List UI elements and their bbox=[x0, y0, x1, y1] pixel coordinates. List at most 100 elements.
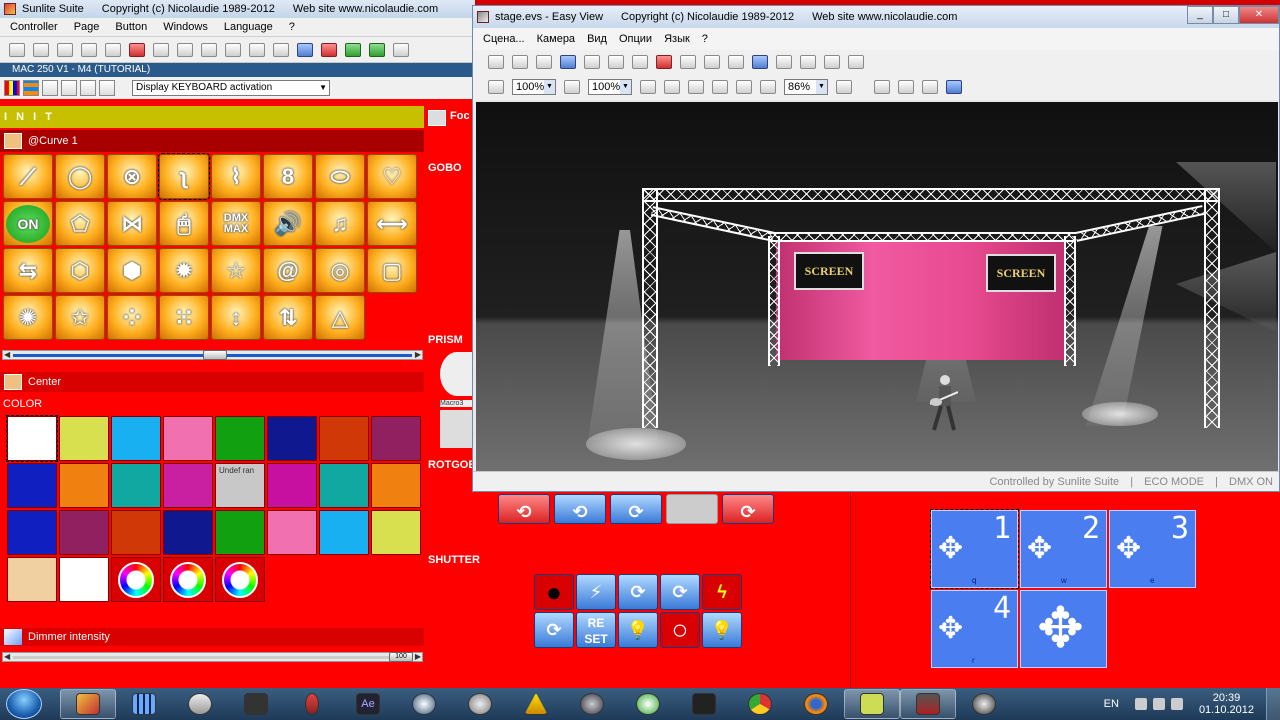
curve-swap-icon[interactable]: ⇆ bbox=[3, 248, 53, 293]
color-swatch[interactable] bbox=[111, 510, 161, 555]
color-swatch[interactable] bbox=[371, 510, 421, 555]
init-bar[interactable]: I N I T bbox=[0, 106, 424, 128]
slider-thumb[interactable] bbox=[203, 350, 227, 360]
curve-vertical-icon[interactable]: ↕ bbox=[211, 295, 261, 340]
prism-button[interactable] bbox=[440, 352, 474, 396]
new-icon[interactable] bbox=[6, 40, 28, 60]
ev-pointer-icon[interactable] bbox=[871, 77, 893, 97]
slider-left-arrow-icon[interactable]: ◀ bbox=[4, 350, 10, 359]
shutter-pulse-icon[interactable]: ⟳ bbox=[618, 574, 658, 610]
ev-zoom-plus-icon[interactable] bbox=[833, 77, 855, 97]
color-swatch[interactable] bbox=[6, 415, 58, 462]
tray-volume-icon[interactable] bbox=[1170, 698, 1183, 710]
rotgobo-cw-button[interactable]: ⟳ bbox=[610, 494, 662, 524]
taskbar-clock[interactable]: 20:39 01.10.2012 bbox=[1199, 692, 1254, 716]
open-icon[interactable] bbox=[30, 40, 52, 60]
ev-zoom1-select[interactable]: 100% ▼ bbox=[512, 79, 556, 95]
curve-dmx-max-icon[interactable]: DMX MAX bbox=[211, 201, 261, 246]
focus-icon[interactable] bbox=[428, 110, 446, 126]
ev-save-icon[interactable] bbox=[533, 52, 555, 72]
fixture-edit-icon[interactable] bbox=[198, 40, 220, 60]
rotgobo-ccw2-button[interactable]: ⟲ bbox=[554, 494, 606, 524]
ev-beam-icon[interactable] bbox=[661, 77, 683, 97]
color-swatch[interactable] bbox=[111, 463, 161, 508]
color-swatch[interactable] bbox=[59, 510, 109, 555]
dimmer-right-arrow-icon[interactable]: ▶ bbox=[415, 652, 421, 661]
ev-menu-help[interactable]: ? bbox=[702, 33, 708, 45]
ev-zoom-out-icon[interactable] bbox=[757, 77, 779, 97]
taskbar-3d-app[interactable] bbox=[172, 689, 228, 719]
curve-music-icon[interactable]: ♫ bbox=[315, 201, 365, 246]
ev-settings-icon[interactable] bbox=[797, 52, 819, 72]
grid-icon[interactable] bbox=[23, 80, 39, 96]
curve-blob-icon[interactable]: ⬢ bbox=[107, 248, 157, 293]
color-swatch[interactable] bbox=[371, 463, 421, 508]
curve-spiral2-icon[interactable]: ◎ bbox=[315, 248, 365, 293]
color-swatch[interactable] bbox=[7, 463, 57, 508]
language-indicator[interactable]: EN bbox=[1104, 698, 1119, 710]
taskbar-firefox-app[interactable] bbox=[788, 689, 844, 719]
ev-fixture-icon[interactable] bbox=[629, 52, 651, 72]
transfer-icon[interactable] bbox=[318, 40, 340, 60]
shutter-open-icon[interactable]: ○ bbox=[660, 612, 700, 648]
color-swatch[interactable] bbox=[163, 416, 213, 461]
curve-burst-icon[interactable]: ✹ bbox=[159, 248, 209, 293]
curve-ellipse-icon[interactable]: ⬭ bbox=[315, 154, 365, 199]
updown-icon[interactable] bbox=[99, 80, 115, 96]
taskbar-grid-app[interactable] bbox=[116, 689, 172, 719]
color-swatch[interactable] bbox=[59, 463, 109, 508]
color-swatch[interactable] bbox=[163, 510, 213, 555]
taskbar-dvd-app[interactable] bbox=[956, 689, 1012, 719]
center-bar[interactable]: Center bbox=[0, 372, 424, 392]
monitor-icon[interactable] bbox=[270, 40, 292, 60]
menu-page[interactable]: Page bbox=[74, 21, 100, 33]
taskbar-terminal-app[interactable] bbox=[676, 689, 732, 719]
position-preset-button[interactable]: ✥ 2 w bbox=[1020, 510, 1107, 588]
start-button-icon[interactable] bbox=[6, 689, 42, 719]
curve-s-icon[interactable]: ʅ bbox=[158, 153, 210, 200]
rotgobo-cw2-button[interactable]: ⟳ bbox=[722, 494, 774, 524]
color-swatch[interactable] bbox=[371, 416, 421, 461]
list-icon[interactable] bbox=[174, 40, 196, 60]
ev-layers-icon[interactable] bbox=[561, 77, 583, 97]
ev-pen-icon[interactable] bbox=[557, 52, 579, 72]
ev-new-icon[interactable] bbox=[485, 52, 507, 72]
taskbar-mic-app[interactable] bbox=[284, 689, 340, 719]
position-preset-button[interactable]: ✥ 4 r bbox=[931, 590, 1018, 668]
color-swatch[interactable] bbox=[59, 557, 109, 602]
position-preset-button[interactable]: ✥ 1 q bbox=[930, 509, 1019, 589]
tray-flag-icon[interactable] bbox=[1134, 698, 1147, 710]
dimmer-left-arrow-icon[interactable]: ◀ bbox=[4, 652, 10, 661]
copy-icon[interactable] bbox=[78, 40, 100, 60]
color-swatch[interactable]: Undef ran bbox=[215, 463, 265, 508]
shutter-lamp-on-icon[interactable]: 💡 bbox=[618, 612, 658, 648]
taskbar-steam-app[interactable] bbox=[564, 689, 620, 719]
curve-speed-slider[interactable]: ◀ ▶ bbox=[2, 350, 423, 360]
rainbow-icon[interactable] bbox=[42, 80, 58, 96]
fixture-patch-icon[interactable] bbox=[246, 40, 268, 60]
display-mode-select[interactable]: Display KEYBOARD activation ▼ bbox=[132, 80, 330, 96]
ev-menu-scene[interactable]: Сцена... bbox=[483, 33, 525, 45]
curve-hexagon-icon[interactable]: ⬡ bbox=[55, 248, 105, 293]
curve-zigzag-icon[interactable]: ⌇ bbox=[211, 154, 261, 199]
color-swatch[interactable] bbox=[215, 416, 265, 461]
edit-icon[interactable] bbox=[61, 80, 77, 96]
color-swatch[interactable] bbox=[319, 463, 369, 508]
curve-random2-icon[interactable]: ⁙ bbox=[159, 295, 209, 340]
position-center-button[interactable]: ✥ bbox=[1020, 590, 1107, 668]
menu-windows[interactable]: Windows bbox=[163, 21, 208, 33]
ev-redo-icon[interactable] bbox=[773, 52, 795, 72]
ev-zoom3-select[interactable]: 86% ▼ bbox=[784, 79, 828, 95]
color-swatch[interactable] bbox=[7, 510, 57, 555]
curve-pentagram-icon[interactable]: ✩ bbox=[55, 295, 105, 340]
ev-open-icon[interactable] bbox=[509, 52, 531, 72]
taskbar-easyview-app[interactable] bbox=[900, 689, 956, 719]
dimmer-slider[interactable]: ◀ 100 ▶ bbox=[2, 652, 423, 662]
taskbar-warning-app[interactable] bbox=[508, 689, 564, 719]
taskbar-lock-app[interactable] bbox=[396, 689, 452, 719]
taskbar-sunlite[interactable] bbox=[60, 689, 116, 719]
rotgobo-stop-button[interactable] bbox=[666, 494, 718, 524]
curve-rings-icon[interactable]: ⊗ bbox=[107, 154, 157, 199]
curve-on-icon[interactable]: ON bbox=[3, 201, 53, 246]
minimize-icon[interactable]: _ bbox=[1187, 6, 1213, 24]
